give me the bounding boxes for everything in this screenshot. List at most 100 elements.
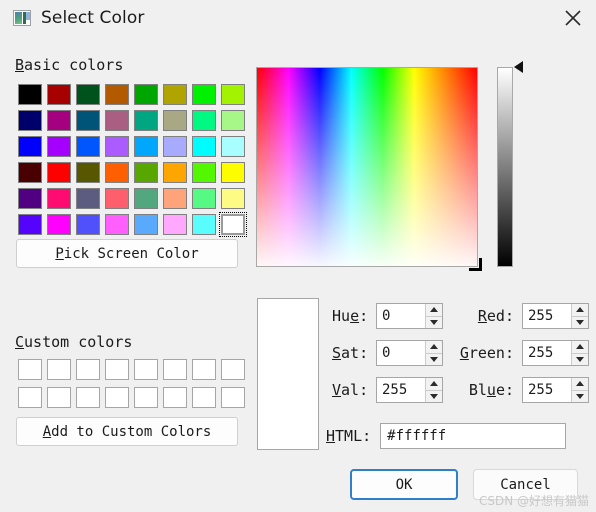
- basic-color-swatch[interactable]: [103, 160, 131, 185]
- basic-color-swatch[interactable]: [190, 160, 218, 185]
- basic-color-swatch[interactable]: [16, 82, 44, 107]
- close-icon[interactable]: [550, 0, 596, 36]
- red-stepper[interactable]: [522, 303, 589, 329]
- pick-screen-color-button[interactable]: Pick Screen Color: [16, 239, 238, 268]
- red-decrement-button[interactable]: [572, 315, 588, 329]
- green-decrement-button[interactable]: [572, 352, 588, 366]
- custom-color-swatch[interactable]: [132, 385, 160, 410]
- basic-color-swatch[interactable]: [219, 82, 247, 107]
- custom-color-swatch[interactable]: [16, 357, 44, 382]
- basic-color-swatch[interactable]: [190, 212, 218, 237]
- basic-color-swatch[interactable]: [190, 186, 218, 211]
- basic-color-swatch[interactable]: [16, 108, 44, 133]
- val-increment-button[interactable]: [426, 378, 442, 390]
- basic-color-swatch[interactable]: [45, 160, 73, 185]
- custom-color-swatch[interactable]: [103, 385, 131, 410]
- sat-decrement-button[interactable]: [426, 352, 442, 366]
- hue-input[interactable]: [377, 304, 425, 328]
- basic-color-swatch[interactable]: [16, 212, 44, 237]
- basic-color-swatch[interactable]: [45, 186, 73, 211]
- basic-color-swatch[interactable]: [103, 108, 131, 133]
- custom-color-swatch[interactable]: [45, 357, 73, 382]
- basic-color-swatch[interactable]: [132, 108, 160, 133]
- custom-color-swatch[interactable]: [16, 385, 44, 410]
- basic-color-swatch[interactable]: [161, 212, 189, 237]
- basic-color-swatch[interactable]: [45, 134, 73, 159]
- hue-stepper[interactable]: [376, 303, 443, 329]
- value-slider[interactable]: [497, 67, 513, 267]
- basic-color-swatch[interactable]: [103, 134, 131, 159]
- red-spinner-arrows[interactable]: [571, 304, 588, 328]
- basic-color-swatch[interactable]: [219, 108, 247, 133]
- basic-color-swatch[interactable]: [45, 82, 73, 107]
- basic-color-swatch[interactable]: [132, 134, 160, 159]
- basic-color-swatch[interactable]: [103, 186, 131, 211]
- hue-increment-button[interactable]: [426, 304, 442, 316]
- basic-color-swatch[interactable]: [74, 108, 102, 133]
- red-increment-button[interactable]: [572, 304, 588, 316]
- custom-color-swatch[interactable]: [132, 357, 160, 382]
- val-input[interactable]: [377, 378, 425, 402]
- hue-spinner-arrows[interactable]: [425, 304, 442, 328]
- custom-color-swatch[interactable]: [190, 385, 218, 410]
- basic-color-swatch[interactable]: [45, 212, 73, 237]
- red-input[interactable]: [523, 304, 571, 328]
- hue-decrement-button[interactable]: [426, 315, 442, 329]
- ok-button[interactable]: OK: [350, 469, 458, 500]
- basic-color-swatch[interactable]: [103, 212, 131, 237]
- custom-color-swatch[interactable]: [45, 385, 73, 410]
- green-spinner-arrows[interactable]: [571, 341, 588, 365]
- basic-color-swatch[interactable]: [74, 160, 102, 185]
- basic-color-swatch[interactable]: [103, 82, 131, 107]
- basic-color-swatch[interactable]: [190, 82, 218, 107]
- custom-color-swatch[interactable]: [103, 357, 131, 382]
- basic-color-swatch[interactable]: [190, 134, 218, 159]
- add-to-custom-colors-button[interactable]: Add to Custom Colors: [16, 417, 238, 446]
- basic-color-swatch[interactable]: [132, 82, 160, 107]
- basic-color-swatch[interactable]: [74, 212, 102, 237]
- basic-color-swatch[interactable]: [132, 160, 160, 185]
- custom-color-swatch[interactable]: [219, 385, 247, 410]
- green-increment-button[interactable]: [572, 341, 588, 353]
- basic-color-swatch[interactable]: [161, 82, 189, 107]
- sat-increment-button[interactable]: [426, 341, 442, 353]
- green-input[interactable]: [523, 341, 571, 365]
- val-stepper[interactable]: [376, 377, 443, 403]
- blue-stepper[interactable]: [522, 377, 589, 403]
- basic-color-swatch[interactable]: [45, 108, 73, 133]
- html-hex-input[interactable]: [380, 423, 567, 449]
- custom-color-swatch[interactable]: [219, 357, 247, 382]
- basic-color-swatch[interactable]: [16, 160, 44, 185]
- custom-color-swatch[interactable]: [190, 357, 218, 382]
- basic-color-swatch[interactable]: [219, 134, 247, 159]
- blue-increment-button[interactable]: [572, 378, 588, 390]
- basic-color-swatch[interactable]: [190, 108, 218, 133]
- blue-spinner-arrows[interactable]: [571, 378, 588, 402]
- blue-input[interactable]: [523, 378, 571, 402]
- basic-color-swatch[interactable]: [74, 134, 102, 159]
- sat-input[interactable]: [377, 341, 425, 365]
- custom-color-swatch[interactable]: [161, 385, 189, 410]
- blue-decrement-button[interactable]: [572, 389, 588, 403]
- basic-color-swatch[interactable]: [161, 186, 189, 211]
- val-spinner-arrows[interactable]: [425, 378, 442, 402]
- basic-color-swatch[interactable]: [161, 134, 189, 159]
- basic-color-swatch[interactable]: [219, 186, 247, 211]
- basic-color-swatch[interactable]: [219, 160, 247, 185]
- val-decrement-button[interactable]: [426, 389, 442, 403]
- custom-color-swatch[interactable]: [161, 357, 189, 382]
- basic-color-swatch[interactable]: [161, 160, 189, 185]
- basic-color-swatch[interactable]: [132, 212, 160, 237]
- basic-color-swatch[interactable]: [16, 134, 44, 159]
- green-stepper[interactable]: [522, 340, 589, 366]
- sat-spinner-arrows[interactable]: [425, 341, 442, 365]
- basic-color-swatch[interactable]: [161, 108, 189, 133]
- basic-color-swatch[interactable]: [74, 186, 102, 211]
- custom-color-swatch[interactable]: [74, 357, 102, 382]
- custom-color-swatch[interactable]: [74, 385, 102, 410]
- basic-color-swatch[interactable]: [74, 82, 102, 107]
- sat-stepper[interactable]: [376, 340, 443, 366]
- basic-color-swatch[interactable]: [16, 186, 44, 211]
- saturation-value-gradient[interactable]: [256, 67, 482, 271]
- basic-color-swatch[interactable]: [219, 212, 247, 237]
